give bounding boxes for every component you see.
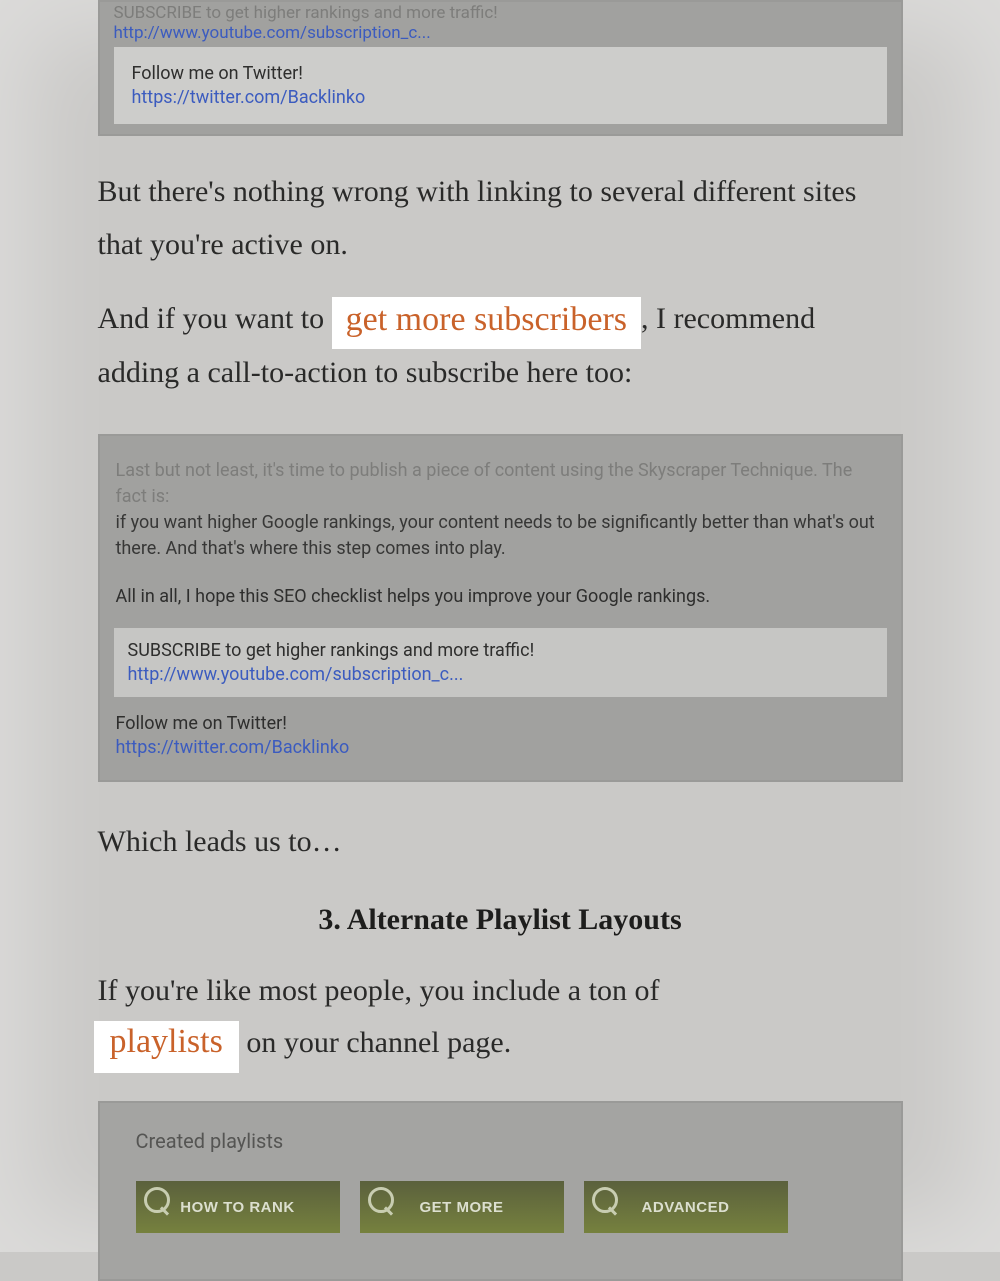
playlist-row: HOW TO RANK GET MORE ADVANCED (136, 1181, 865, 1233)
description-line: if you want higher Google rankings, your… (116, 510, 885, 562)
section-heading: 3. Alternate Playlist Layouts (98, 903, 903, 937)
paragraph-text: And if you want to (98, 302, 332, 335)
playlist-card[interactable]: ADVANCED (584, 1181, 788, 1233)
twitter-label: Follow me on Twitter! (116, 711, 885, 737)
magnifier-icon (592, 1187, 618, 1213)
highlighted-link-playlists[interactable]: playlists (94, 1021, 239, 1073)
playlist-card-label: HOW TO RANK (180, 1200, 294, 1215)
magnifier-icon (144, 1187, 170, 1213)
subscribe-cta-text: SUBSCRIBE to get higher rankings and mor… (128, 638, 873, 664)
subscribe-link[interactable]: http://www.youtube.com/subscription_c... (128, 664, 873, 685)
article-paragraph: But there's nothing wrong with linking t… (98, 166, 903, 271)
created-playlists-panel: Created playlists HOW TO RANK GET MORE A… (98, 1101, 903, 1281)
magnifier-icon (368, 1187, 394, 1213)
playlist-card-label: GET MORE (419, 1200, 503, 1215)
youtube-description-panel: Last but not least, it's time to publish… (98, 434, 903, 783)
article-paragraph: If you're like most people, you include … (98, 965, 903, 1074)
subscribe-cta-text: SUBSCRIBE to get higher rankings and mor… (114, 3, 887, 23)
twitter-label: Follow me on Twitter! (132, 61, 869, 87)
paragraph-text: If you're like most people, you include … (98, 974, 660, 1007)
description-faded-line: Last but not least, it's time to publish… (116, 458, 885, 510)
playlist-card[interactable]: GET MORE (360, 1181, 564, 1233)
article-paragraph: And if you want to get more subscribers,… (98, 293, 903, 400)
highlighted-link-get-more-subscribers[interactable]: get more subscribers (332, 297, 641, 349)
twitter-link[interactable]: https://twitter.com/Backlinko (132, 87, 869, 108)
created-playlists-title: Created playlists (136, 1129, 865, 1153)
twitter-box: Follow me on Twitter! https://twitter.co… (114, 47, 887, 124)
twitter-link[interactable]: https://twitter.com/Backlinko (116, 737, 885, 758)
paragraph-text: on your channel page. (246, 1026, 511, 1059)
youtube-description-panel-top: SUBSCRIBE to get higher rankings and mor… (98, 0, 903, 136)
article-paragraph: Which leads us to… (98, 816, 903, 869)
playlist-card[interactable]: HOW TO RANK (136, 1181, 340, 1233)
subscribe-highlight-box: SUBSCRIBE to get higher rankings and mor… (114, 628, 887, 697)
playlist-card-label: ADVANCED (642, 1200, 730, 1215)
subscribe-link[interactable]: http://www.youtube.com/subscription_c... (114, 23, 887, 43)
description-line: All in all, I hope this SEO checklist he… (116, 584, 885, 610)
